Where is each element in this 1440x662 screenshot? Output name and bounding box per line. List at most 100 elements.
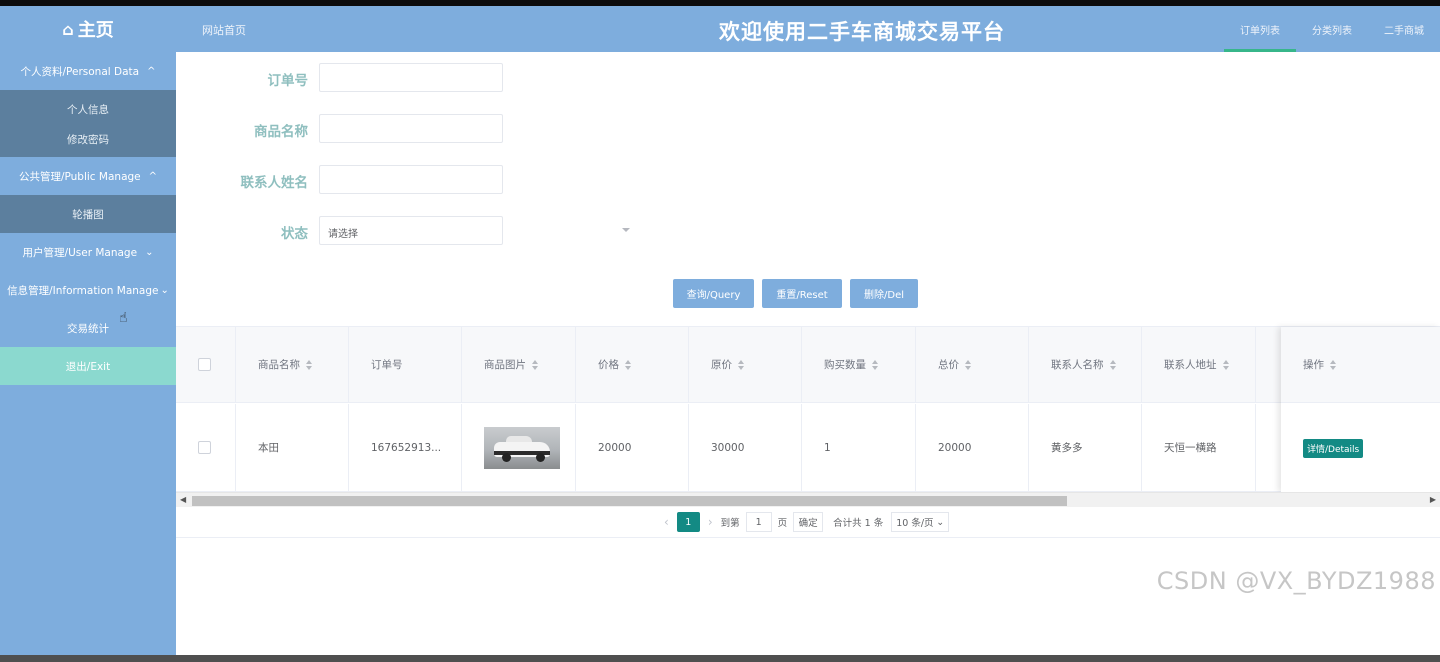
contact-name-input[interactable]	[319, 165, 503, 194]
chevron-down-icon: ⌄	[160, 284, 169, 296]
scroll-left-icon[interactable]: ◀	[180, 495, 186, 504]
chevron-down-icon: ⌄	[145, 246, 154, 258]
current-page[interactable]: 1	[676, 512, 700, 532]
row-select-cell	[176, 404, 236, 491]
scrollbar-thumb[interactable]	[192, 496, 1067, 506]
nav-order-list[interactable]: 订单列表	[1224, 6, 1296, 52]
sidebar-item-change-password[interactable]: 修改密码	[0, 124, 176, 154]
column-header-price[interactable]: 价格	[576, 327, 689, 402]
sidebar-group-public[interactable]: 公共管理/Public Manage ^	[0, 157, 176, 195]
nav-category-list[interactable]: 分类列表	[1296, 6, 1368, 52]
column-label: 操作	[1303, 359, 1324, 371]
sidebar-group-label: 交易统计	[67, 322, 109, 335]
column-header-actions[interactable]: 操作	[1281, 327, 1440, 403]
sidebar-submenu-personal: 个人信息 修改密码	[0, 90, 176, 157]
cell-product-image	[462, 404, 576, 491]
column-header-total[interactable]: 总价	[916, 327, 1029, 402]
query-button[interactable]: 查询/Query	[673, 279, 754, 308]
sort-icon[interactable]	[1109, 359, 1117, 370]
column-header-quantity[interactable]: 购买数量	[802, 327, 916, 402]
prev-page-icon[interactable]: ‹	[664, 515, 669, 529]
sort-icon[interactable]	[1330, 359, 1337, 370]
sidebar-group-label: 用户管理/User Manage	[22, 246, 138, 259]
sidebar-group-label: 公共管理/Public Manage	[18, 170, 141, 183]
goto-label: 到第	[720, 518, 740, 529]
sort-icon[interactable]	[1222, 359, 1230, 370]
sidebar-group-label: 个人资料/Personal Data	[20, 65, 140, 78]
column-header-original-price[interactable]: 原价	[689, 327, 802, 402]
page-unit-label: 页	[777, 518, 788, 529]
status-select[interactable]: 请选择	[319, 216, 503, 245]
next-page-icon[interactable]: ›	[708, 515, 713, 529]
order-no-input[interactable]	[319, 63, 503, 92]
table-row: 本田 167652913... 20000 30000 1 20000 黄多多 …	[176, 404, 1440, 492]
divider	[176, 537, 1440, 538]
sort-icon[interactable]	[306, 359, 313, 370]
row-checkbox[interactable]	[198, 441, 211, 454]
column-header-contact-name[interactable]: 联系人名称	[1029, 327, 1142, 402]
sort-icon[interactable]	[738, 359, 745, 370]
sidebar: 个人资料/Personal Data ^ 个人信息 修改密码 公共管理/Publ…	[0, 52, 176, 662]
scroll-right-icon[interactable]: ▶	[1430, 495, 1436, 504]
column-label: 购买数量	[824, 359, 866, 371]
status-placeholder: 请选择	[328, 229, 358, 240]
nav-second-hand-mall[interactable]: 二手商城	[1368, 6, 1440, 52]
column-label: 商品图片	[484, 359, 526, 371]
car-thumbnail[interactable]	[484, 426, 560, 469]
sort-icon[interactable]	[625, 359, 632, 370]
column-label: 商品名称	[258, 359, 300, 371]
watermark: CSDN @VX_BYDZ1988	[1156, 567, 1436, 595]
page-size-value: 10 条/页	[896, 518, 934, 529]
contact-name-label: 联系人姓名	[240, 175, 309, 191]
form-row-order-no: 订单号	[176, 63, 676, 93]
pagination: ‹ 1 › 到第 1 页 确定 合计共 1 条 10 条/页 ⌄	[656, 512, 950, 532]
horizontal-scrollbar[interactable]: ◀ ▶	[176, 492, 1440, 507]
details-button[interactable]: 详情/Details	[1303, 438, 1364, 458]
cell-order-no: 167652913...	[349, 404, 462, 491]
bottom-bar	[0, 655, 1440, 662]
column-header-product-name[interactable]: 商品名称	[236, 327, 349, 402]
sort-icon[interactable]	[872, 359, 879, 370]
form-row-contact-name: 联系人姓名	[176, 165, 676, 195]
table-header: 商品名称 订单号 商品图片 价格 原价 购买数量 总价 联系人名称 联系人地址	[176, 327, 1440, 403]
cell-price: 20000	[576, 404, 689, 491]
sidebar-item-personal-info[interactable]: 个人信息	[0, 94, 176, 124]
pointer-cursor-icon: ☝	[119, 310, 128, 326]
fixed-action-column: 操作 详情/Details	[1281, 327, 1440, 492]
status-label: 状态	[281, 226, 308, 242]
sort-icon[interactable]	[965, 359, 972, 370]
column-label: 订单号	[371, 359, 403, 371]
column-header-product-image[interactable]: 商品图片	[462, 327, 576, 402]
form-row-status: 状态 请选择	[176, 216, 676, 246]
product-name-label: 商品名称	[254, 124, 308, 140]
sidebar-group-user[interactable]: 用户管理/User Manage ⌄	[0, 233, 176, 271]
product-name-input[interactable]	[319, 114, 503, 143]
sidebar-item-trade-stats[interactable]: 交易统计	[0, 309, 176, 347]
column-header-contact-address[interactable]: 联系人地址	[1142, 327, 1256, 402]
total-count: 合计共 1 条	[833, 518, 884, 529]
order-table: 商品名称 订单号 商品图片 价格 原价 购买数量 总价 联系人名称 联系人地址 …	[176, 326, 1440, 507]
sidebar-group-information[interactable]: 信息管理/Information Manage ⌄	[0, 271, 176, 309]
cell-original-price: 30000	[689, 404, 802, 491]
goto-confirm-button[interactable]: 确定	[793, 512, 824, 532]
form-row-product-name: 商品名称	[176, 114, 676, 144]
header-select-all-cell	[176, 327, 236, 402]
delete-button[interactable]: 删除/Del	[850, 279, 918, 308]
page-size-select[interactable]: 10 条/页 ⌄	[891, 512, 950, 532]
select-all-checkbox[interactable]	[198, 358, 211, 371]
goto-page-input[interactable]: 1	[745, 512, 772, 532]
chevron-down-icon: ⌄	[936, 516, 945, 528]
sidebar-exit[interactable]: 退出/Exit	[0, 347, 176, 385]
sidebar-item-carousel[interactable]: 轮播图	[0, 199, 176, 229]
column-header-order-no: 订单号	[349, 327, 462, 402]
column-label: 联系人地址	[1164, 359, 1217, 371]
column-label: 价格	[598, 359, 619, 371]
cell-product-name: 本田	[236, 404, 349, 491]
cell-contact-address: 天恒一横路	[1142, 404, 1256, 491]
column-label: 原价	[711, 359, 732, 371]
sort-icon[interactable]	[532, 359, 539, 370]
cell-quantity: 1	[802, 404, 916, 491]
top-nav: 订单列表 分类列表 二手商城	[1224, 6, 1440, 52]
sidebar-group-personal[interactable]: 个人资料/Personal Data ^	[0, 52, 176, 90]
reset-button[interactable]: 重置/Reset	[762, 279, 842, 308]
